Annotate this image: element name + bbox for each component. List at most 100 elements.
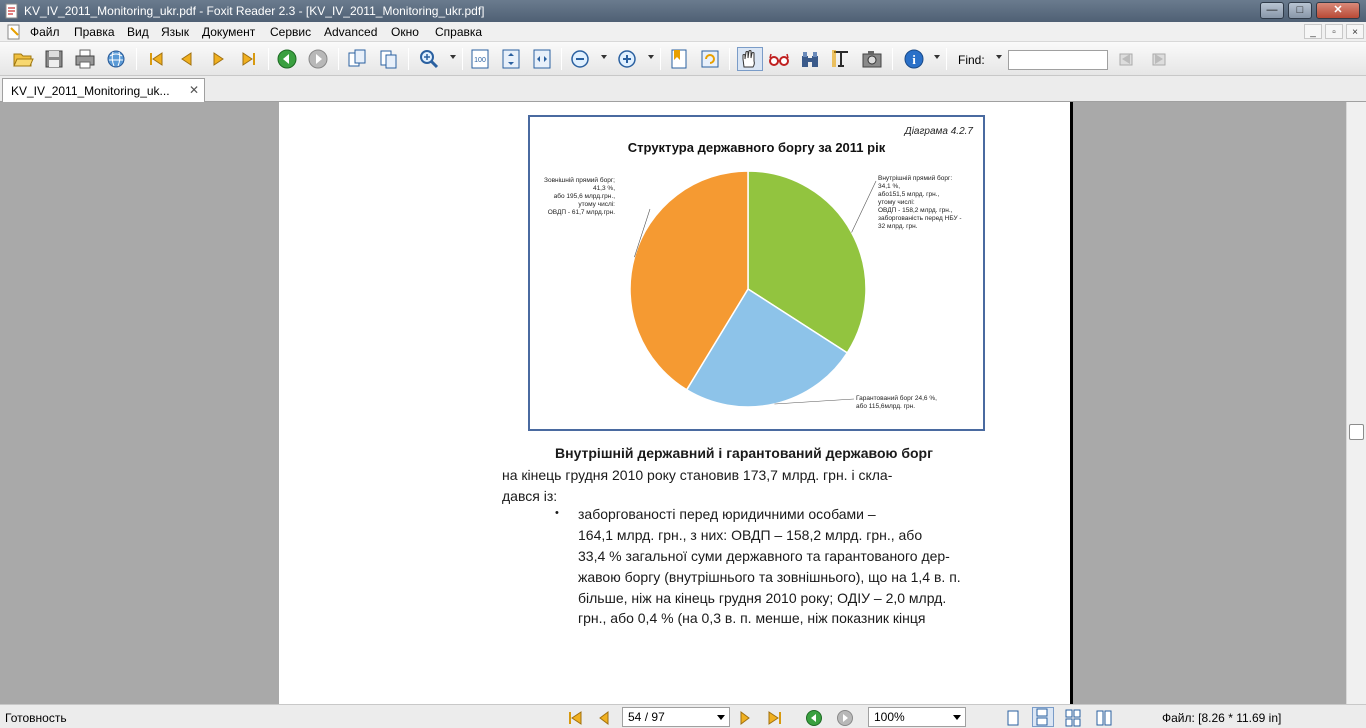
first-page-icon[interactable]	[145, 48, 167, 70]
status-forward-icon[interactable]	[836, 709, 854, 727]
mdi-minimize-button[interactable]: _	[1304, 24, 1322, 39]
pie-label-line: або 115,6млрд. грн.	[856, 403, 916, 410]
fit-page-icon[interactable]	[500, 48, 522, 70]
find-input[interactable]	[1008, 50, 1108, 70]
document-viewer[interactable]: Діаграма 4.2.7 Структура державного борг…	[0, 102, 1366, 704]
zoom-value: 100%	[874, 710, 905, 724]
current-page: 54	[628, 710, 642, 724]
find-options-dropdown[interactable]	[996, 55, 1002, 59]
rotate-view-icon[interactable]	[699, 48, 721, 70]
chart-container: Діаграма 4.2.7 Структура державного борг…	[528, 115, 985, 431]
menu-tools[interactable]: Сервис	[270, 25, 311, 39]
zoom-out-minus-icon[interactable]	[569, 48, 591, 70]
tab-label: KV_IV_2011_Monitoring_uk...	[11, 84, 170, 98]
pie-chart	[629, 170, 877, 408]
pie-label-line: 32 млрд. грн.	[878, 223, 918, 230]
pie-label-external: Зовнішній прямий борг; 41,3 %, або 195,6 м…	[544, 177, 615, 217]
pie-label-guaranteed: Гарантований борг 24,6 %, або 115,6млрд. …	[856, 395, 937, 411]
menu-advanced[interactable]: Advanced	[324, 25, 377, 39]
status-text: Готовность	[5, 711, 67, 725]
zoom-in-plus-icon[interactable]	[616, 48, 638, 70]
text-select-icon[interactable]	[830, 48, 852, 70]
body-line-8: грн., або 0,4 % (на 0,3 в. п. менше, ніж…	[578, 610, 926, 626]
status-bar: Готовность 54 / 97 100% Файл: [8.26 * 11…	[0, 704, 1366, 728]
zoom-level-field[interactable]: 100%	[868, 707, 966, 727]
paragraph-title: Внутрішній державний і гарантований держ…	[555, 445, 933, 461]
scroll-thumb[interactable]	[1349, 424, 1364, 440]
web-icon[interactable]	[105, 48, 127, 70]
status-back-icon[interactable]	[805, 709, 823, 727]
info-icon[interactable]: i	[903, 48, 925, 70]
prev-page-icon[interactable]	[176, 48, 198, 70]
menu-file[interactable]: Файл	[30, 25, 60, 39]
save-icon[interactable]	[43, 48, 65, 70]
facing-view-icon[interactable]	[1064, 709, 1082, 727]
mdi-restore-button[interactable]: ▫	[1325, 24, 1343, 39]
find-previous-icon[interactable]	[1116, 48, 1138, 70]
actual-size-icon[interactable]: 100	[469, 48, 491, 70]
body-line-4: 164,1 млрд. грн., з них: ОВДП – 158,2 мл…	[578, 527, 923, 543]
title-bar: KV_IV_2011_Monitoring_ukr.pdf - Foxit Re…	[0, 0, 1366, 22]
menu-language[interactable]: Язык	[161, 25, 189, 39]
menu-document[interactable]: Документ	[202, 25, 255, 39]
bookmark-icon[interactable]	[668, 48, 690, 70]
glasses-icon[interactable]	[768, 48, 790, 70]
pie-label-line: або 195,6 млрд.грн.,	[553, 193, 615, 200]
zoom-dropdown-arrow[interactable]	[953, 715, 961, 720]
next-page-icon[interactable]	[207, 48, 229, 70]
find-label: Find:	[958, 53, 985, 67]
pie-label-line: 34,1 %,	[878, 183, 901, 190]
last-page-icon[interactable]	[238, 48, 260, 70]
menu-bar: Файл Правка Вид Язык Документ Сервис Adv…	[0, 22, 1366, 42]
pie-label-line: ОВДП - 158,2 млрд. грн.,	[878, 207, 953, 214]
toolbar: 100 i Find:	[0, 42, 1366, 76]
find-next-icon[interactable]	[1147, 48, 1169, 70]
zoom-in-icon[interactable]	[418, 48, 440, 70]
single-page-icon[interactable]	[377, 48, 399, 70]
fit-width-icon[interactable]	[531, 48, 553, 70]
body-line-6: жавою боргу (внутрішнього та зовнішнього…	[578, 569, 961, 585]
menu-view[interactable]: Вид	[127, 25, 149, 39]
pdf-page: Діаграма 4.2.7 Структура державного борг…	[279, 102, 1073, 704]
menu-edit[interactable]: Правка	[74, 25, 115, 39]
mdi-close-button[interactable]: ×	[1346, 24, 1364, 39]
status-prev-page-icon[interactable]	[595, 709, 613, 727]
pie-label-line: Зовнішній прямий борг;	[544, 177, 615, 184]
document-menu-icon[interactable]	[6, 24, 22, 40]
hand-tool-icon[interactable]	[737, 47, 763, 71]
page-dropdown-arrow[interactable]	[717, 715, 725, 720]
body-line-3: заборгованості перед юридичними особами …	[578, 506, 876, 522]
body-line-1: на кінець грудня 2010 року становив 173,…	[502, 467, 893, 483]
vertical-scrollbar[interactable]	[1346, 102, 1366, 704]
back-icon[interactable]	[276, 48, 298, 70]
page-separator: /	[644, 710, 649, 724]
close-window-button[interactable]: ✕	[1316, 2, 1360, 19]
page-size-info: Файл: [8.26 * 11.69 in]	[1162, 711, 1282, 725]
pie-label-line: ОВДП - 61,7 млрд.грн.	[547, 209, 615, 216]
binoculars-icon[interactable]	[799, 48, 821, 70]
document-tab[interactable]: KV_IV_2011_Monitoring_uk... ✕	[2, 78, 205, 102]
continuous-view-icon[interactable]	[1032, 707, 1054, 727]
page-number-field[interactable]: 54 / 97	[622, 707, 730, 727]
open-icon[interactable]	[12, 48, 34, 70]
forward-icon[interactable]	[307, 48, 329, 70]
status-last-page-icon[interactable]	[766, 709, 784, 727]
status-first-page-icon[interactable]	[566, 709, 584, 727]
pie-label-domestic: Внутрішній прямий борг: 34,1 %, або151,5 м…	[878, 175, 962, 231]
maximize-button[interactable]: □	[1288, 2, 1312, 19]
single-page-view-icon[interactable]	[1004, 709, 1022, 727]
body-line-2: дався із:	[502, 488, 558, 504]
continuous-facing-view-icon[interactable]	[1095, 709, 1113, 727]
tab-close-icon[interactable]: ✕	[189, 83, 199, 97]
menu-help[interactable]: Справка	[435, 25, 482, 39]
menu-window[interactable]: Окно	[391, 25, 419, 39]
minimize-button[interactable]: —	[1260, 2, 1284, 19]
svg-text:i: i	[912, 52, 916, 67]
status-next-page-icon[interactable]	[736, 709, 754, 727]
pie-label-line: утому числі:	[878, 199, 915, 206]
print-icon[interactable]	[74, 48, 96, 70]
body-line-7: більше, ніж на кінець грудня 2010 року; …	[578, 590, 947, 606]
pie-label-line: утому числі:	[578, 201, 615, 208]
snapshot-icon[interactable]	[861, 48, 883, 70]
rotate-icon[interactable]	[346, 48, 368, 70]
